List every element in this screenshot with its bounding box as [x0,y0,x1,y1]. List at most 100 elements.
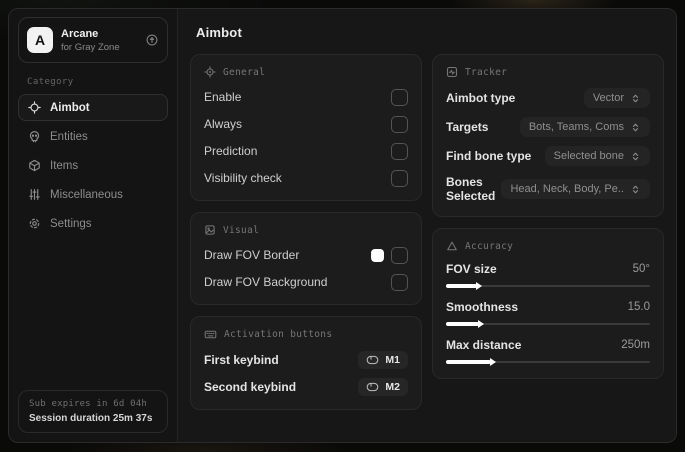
max-distance-slider[interactable] [446,358,650,366]
session-duration-text: Session duration 25m 37s [29,413,153,424]
draw-fov-background-checkbox[interactable] [391,273,408,291]
setting-label: Visibility check [204,171,282,185]
sidebar-item-label: Miscellaneous [50,188,123,201]
app-logo: A [27,27,53,53]
pin-icon[interactable] [145,33,159,47]
second-keybind-button[interactable]: M2 [358,378,408,396]
setting-label: FOV size [446,262,497,276]
slider-fill [446,320,484,328]
max-distance-value: 250m [621,339,650,351]
accuracy-card: Accuracy FOV size 50° Smoothness 15.0 Ma… [432,228,664,379]
activation-buttons-card: Activation buttons First keybind M1 Seco… [190,316,422,410]
activity-icon [446,66,458,78]
sub-expires-text: Sub expires in 6d 04h [29,399,147,409]
skull-icon [28,130,41,143]
general-card: General Enable Always Prediction Visibil… [190,54,422,201]
card-title: Visual [223,224,260,236]
mouse-icon [366,355,379,365]
setting-row-find-bone-type: Find bone type Selected bone [446,146,650,166]
sidebar-item-settings[interactable]: Settings [18,210,168,237]
setting-label: Draw FOV Background [204,275,328,289]
setting-label: First keybind [204,353,279,367]
bones-selected-dropdown[interactable]: Head, Neck, Body, Pe.. [501,179,650,199]
smoothness-slider[interactable] [446,320,650,328]
setting-row-draw-fov-background: Draw FOV Background [204,273,408,291]
image-icon [204,224,216,236]
setting-label: Always [204,117,243,131]
card-title: Accuracy [465,240,514,252]
setting-row-aimbot-type: Aimbot type Vector [446,88,650,108]
desktop-background: A Arcane for Gray Zone Category Aimbot E… [0,0,685,452]
first-keybind-button[interactable]: M1 [358,351,408,369]
setting-label: Find bone type [446,149,532,163]
chevrons-up-down-icon [630,184,641,195]
card-title: Activation buttons [224,329,333,340]
smoothness-value: 15.0 [627,301,650,313]
fov-size-value: 50° [632,263,650,275]
page-title: Aimbot [196,25,242,40]
find-bone-type-dropdown[interactable]: Selected bone [544,146,650,166]
setting-label: Prediction [204,144,258,158]
cube-icon [28,159,41,172]
setting-label: Enable [204,90,242,104]
fov-size-slider[interactable] [446,282,650,290]
sidebar-nav: Aimbot Entities Items Miscellaneous Sett… [9,94,177,237]
card-title: General [223,66,266,78]
sidebar-item-items[interactable]: Items [18,152,168,179]
aimbot-type-dropdown[interactable]: Vector [583,88,650,108]
crosshair-icon [28,101,41,114]
sidebar-item-label: Entities [50,130,88,143]
setting-label: Smoothness [446,300,519,314]
targets-dropdown[interactable]: Bots, Teams, Coms [519,117,650,137]
left-column: General Enable Always Prediction Visibil… [190,54,422,410]
sidebar-item-label: Aimbot [50,101,90,114]
dropdown-value: Bots, Teams, Coms [528,121,624,133]
tracker-card-header: Tracker [446,66,650,78]
setting-label: Targets [446,120,489,134]
visual-card-header: Visual [204,224,408,236]
sidebar-item-entities[interactable]: Entities [18,123,168,150]
setting-label: Aimbot type [446,91,516,105]
cards-grid: General Enable Always Prediction Visibil… [190,54,664,410]
setting-label: Draw FOV Border [204,248,300,262]
activation-card-header: Activation buttons [204,328,408,341]
sidebar-item-aimbot[interactable]: Aimbot [18,94,168,121]
brand-text: Arcane for Gray Zone [61,28,120,53]
gear-icon [28,217,41,230]
crosshair-icon [204,66,216,78]
chevrons-up-down-icon [630,93,641,104]
always-checkbox[interactable] [391,115,408,133]
mouse-icon [366,382,379,392]
sidebar-item-miscellaneous[interactable]: Miscellaneous [18,181,168,208]
keybind-value: M1 [385,354,400,366]
sidebar: A Arcane for Gray Zone Category Aimbot E… [9,9,178,442]
draw-fov-border-checkbox[interactable] [391,246,408,264]
dropdown-value: Vector [592,92,624,104]
subscription-info-card: Sub expires in 6d 04h Session duration 2… [18,390,168,433]
fov-border-color-swatch[interactable] [371,248,384,262]
controls-group [371,246,408,264]
tracker-card: Tracker Aimbot type Vector Targets Bots,… [432,54,664,217]
right-column: Tracker Aimbot type Vector Targets Bots,… [432,54,664,379]
card-title: Tracker [465,66,508,78]
brand-subtitle: for Gray Zone [61,41,120,53]
visibility-check-checkbox[interactable] [391,169,408,187]
accuracy-card-header: Accuracy [446,240,650,252]
brand-name: Arcane [61,27,99,40]
setting-row-targets: Targets Bots, Teams, Coms [446,117,650,137]
sliders-icon [28,188,41,201]
setting-label: Bones Selected [446,175,496,203]
enable-checkbox[interactable] [391,88,408,106]
main-panel: Aimbot General Enable Always Prediction … [178,9,676,442]
setting-row-always: Always [204,115,408,133]
triangle-icon [446,240,458,252]
slider-fill [446,282,482,290]
keyboard-icon [204,328,217,341]
prediction-checkbox[interactable] [391,142,408,160]
setting-row-enable: Enable [204,88,408,106]
setting-row-visibility-check: Visibility check [204,169,408,187]
chevrons-up-down-icon [630,151,641,162]
setting-row-second-keybind: Second keybind M2 [204,378,408,396]
app-window: A Arcane for Gray Zone Category Aimbot E… [8,8,677,443]
